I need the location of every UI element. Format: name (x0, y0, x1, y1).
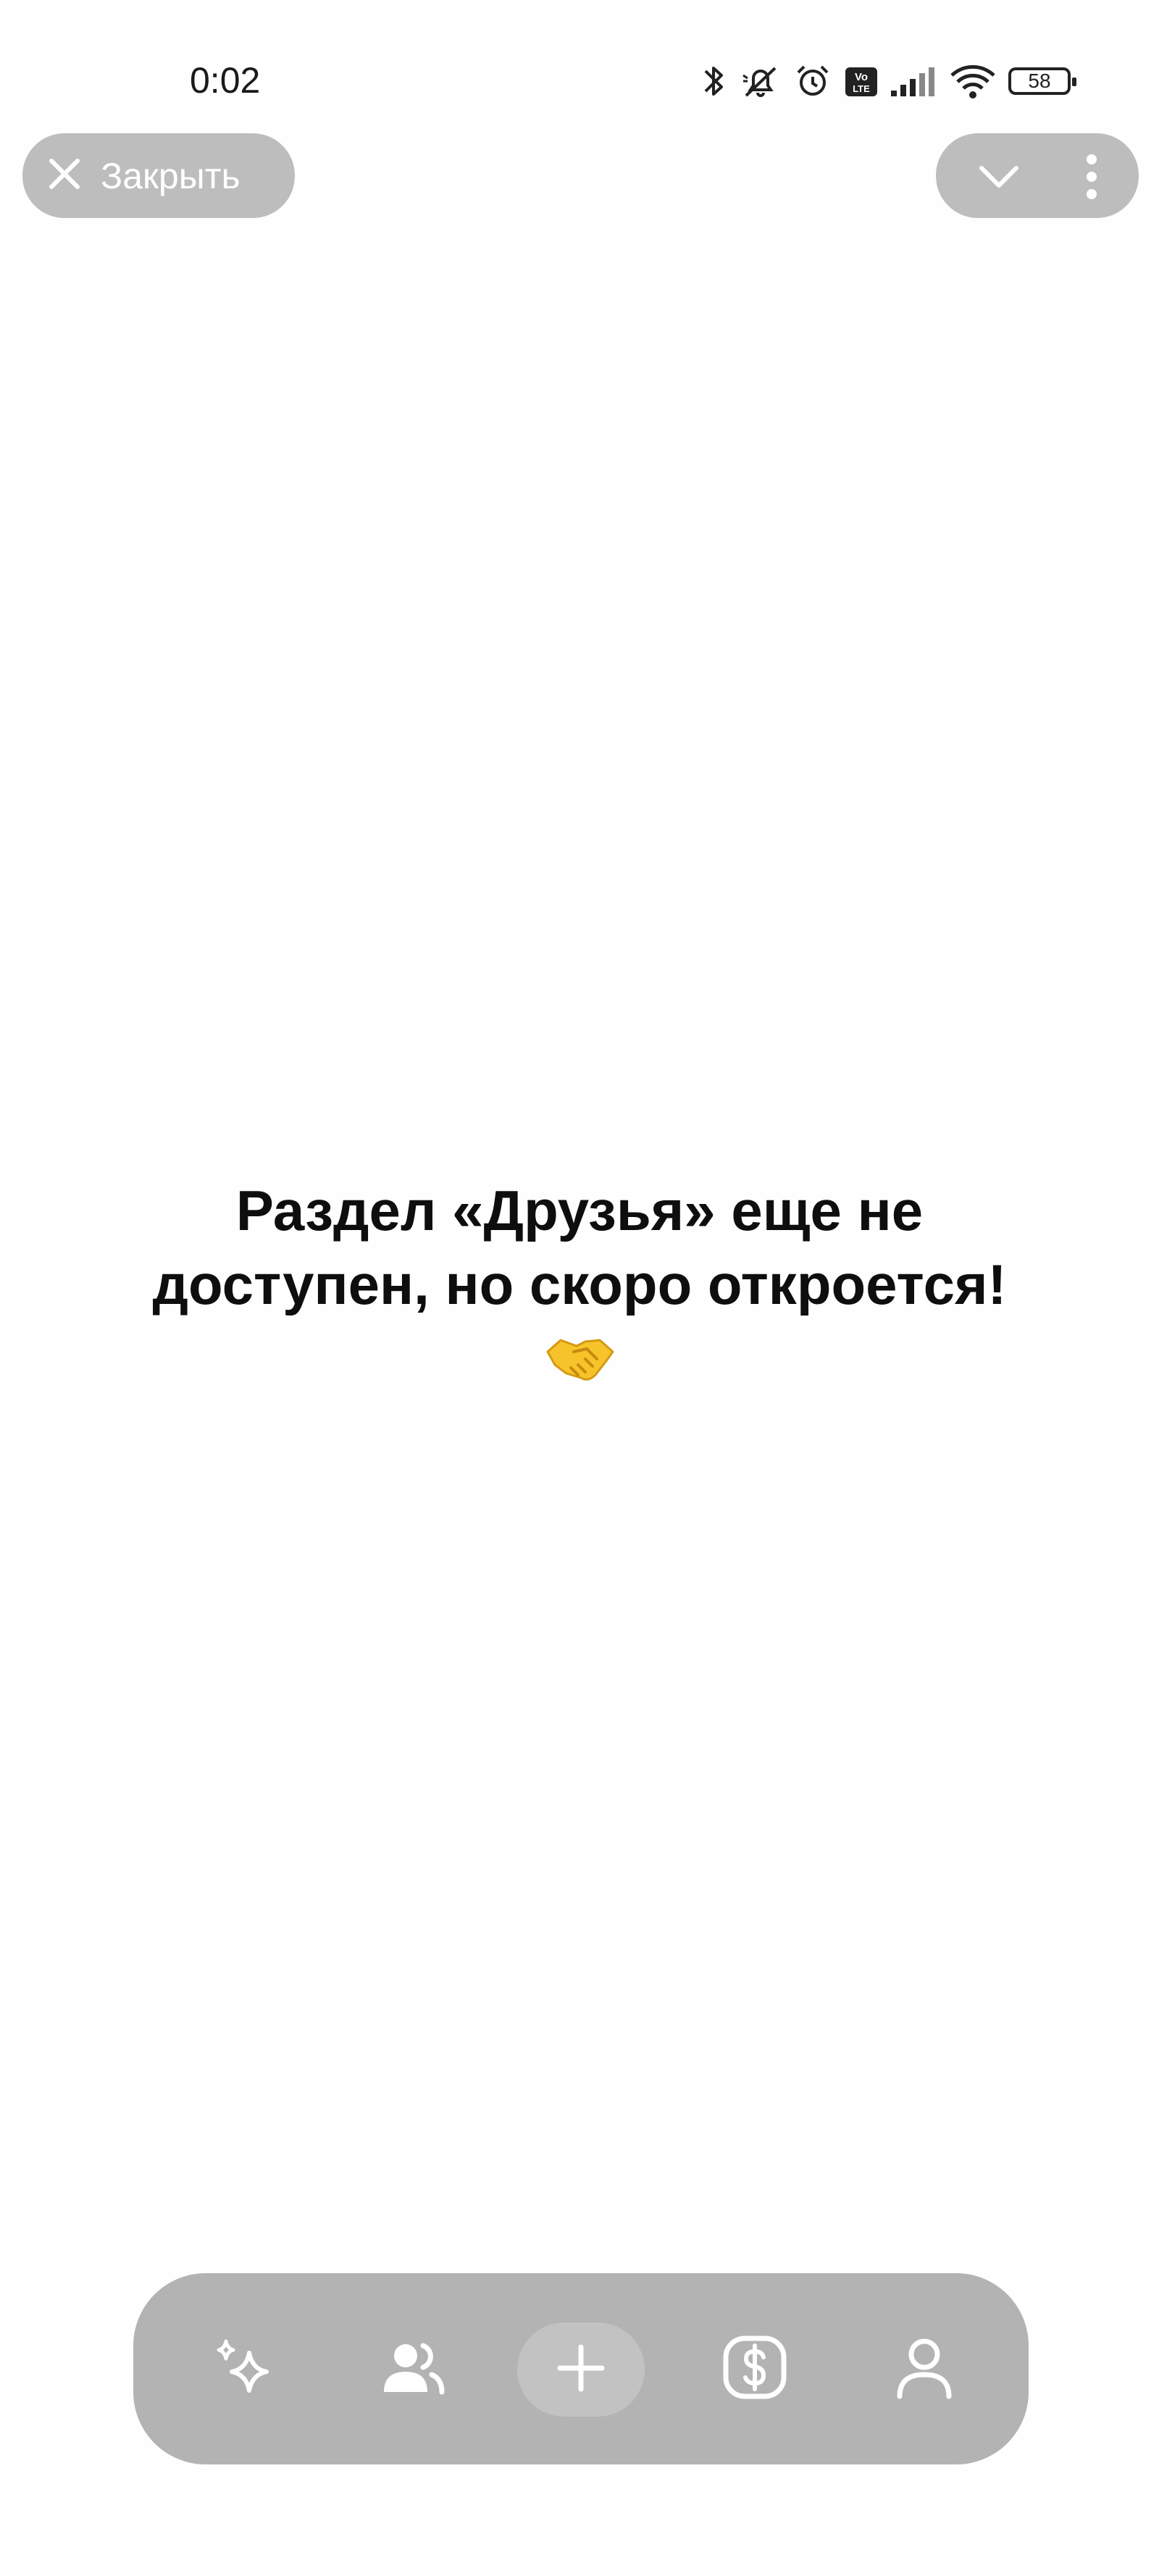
wifi-icon (947, 61, 998, 101)
svg-text:Vo: Vo (855, 71, 868, 83)
status-icons: Vo LTE 58 (700, 52, 1076, 110)
header-actions (936, 133, 1139, 218)
message-line-1: Раздел «Друзья» еще не (235, 1179, 924, 1242)
bluetooth-icon (700, 61, 729, 101)
battery-level: 58 (1028, 70, 1051, 92)
status-time: 0:02 (190, 60, 261, 101)
close-button[interactable]: Закрыть (22, 133, 295, 218)
nav-item-friends[interactable] (369, 2325, 456, 2412)
dollar-icon (719, 2331, 791, 2407)
volte-icon: Vo LTE (843, 63, 879, 99)
nav-item-wallet[interactable] (711, 2325, 798, 2412)
friends-icon (377, 2331, 449, 2407)
chevron-down-icon[interactable] (966, 155, 1032, 198)
close-icon (46, 155, 83, 196)
handshake-emoji (545, 1330, 616, 1388)
nav-item-feed[interactable] (200, 2325, 287, 2412)
message-line-2: доступен, но скоро откроется! (152, 1253, 1007, 1316)
nav-item-profile[interactable] (881, 2325, 968, 2412)
sparkles-icon (207, 2331, 280, 2407)
more-vertical-icon[interactable] (1066, 148, 1117, 206)
plus-icon (556, 2343, 606, 2397)
add-button[interactable] (517, 2322, 645, 2417)
status-bar: 0:02 Vo LTE 58 (0, 0, 1159, 145)
close-button-label: Закрыть (101, 155, 240, 196)
svg-text:LTE: LTE (853, 83, 870, 94)
profile-icon (888, 2331, 961, 2407)
battery-icon: 58 (1008, 67, 1076, 95)
empty-state-message: Раздел «Друзья» еще не доступен, но скор… (72, 1174, 1087, 1321)
signal-icon (890, 63, 937, 99)
bottom-nav (133, 2273, 1029, 2464)
muted-bell-icon (739, 61, 782, 101)
alarm-icon (792, 61, 833, 101)
